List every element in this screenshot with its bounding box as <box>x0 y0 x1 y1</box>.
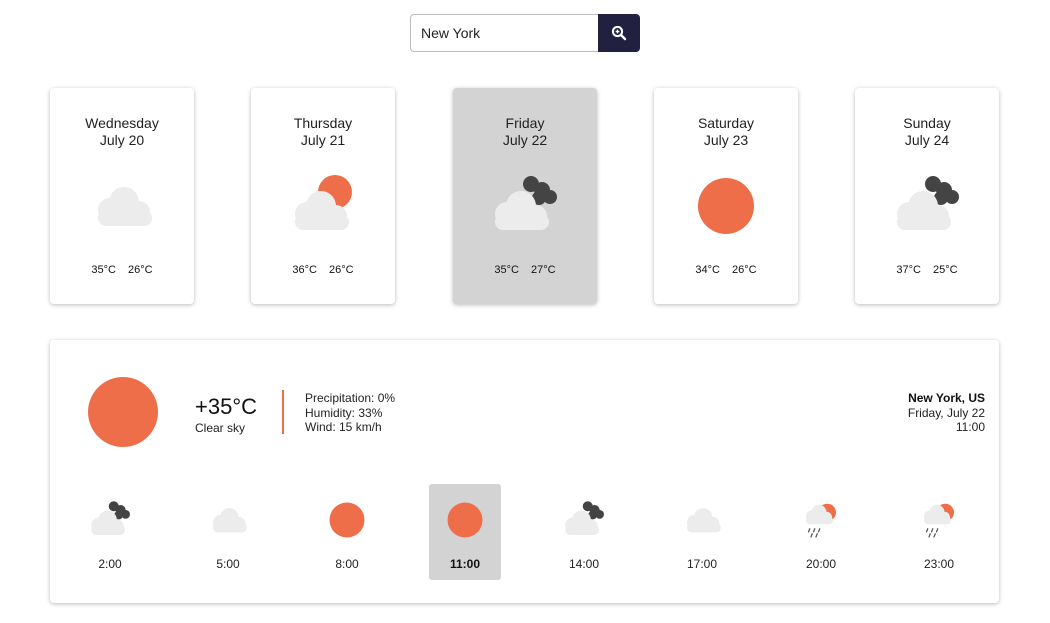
low-temp: 26°C <box>732 264 757 276</box>
day-card-sunday[interactable]: Sunday July 24 37°C 25°C <box>855 88 999 304</box>
cloud-icon <box>82 174 162 238</box>
mixed-clouds-icon <box>887 174 967 238</box>
search-bar <box>410 14 640 52</box>
low-temp: 26°C <box>329 264 354 276</box>
daily-forecast: Wednesday July 20 35°C 26°C Thursday July… <box>50 88 1000 304</box>
rain-sun-icon <box>914 500 964 540</box>
mixed-clouds-icon <box>85 500 135 540</box>
day-name: Friday <box>505 115 545 131</box>
precipitation: Precipitation: 0% <box>305 391 396 405</box>
sun-icon <box>322 500 372 540</box>
sun-icon <box>88 377 158 447</box>
high-temp: 37°C <box>896 264 921 276</box>
day-name: Saturday <box>697 115 755 131</box>
wind: Wind: 15 km/h <box>305 420 382 434</box>
mixed-clouds-icon <box>559 500 609 540</box>
sun-icon <box>686 174 766 238</box>
hour-time: 8:00 <box>335 557 359 571</box>
day-date: July 20 <box>99 132 145 148</box>
hour-item[interactable]: 23:00 <box>903 484 975 580</box>
hour-item[interactable]: 17:00 <box>666 484 738 580</box>
day-card-thursday[interactable]: Thursday July 21 36°C 26°C <box>251 88 395 304</box>
city-search-input[interactable] <box>410 14 598 52</box>
location-info: New York, US Friday, July 22 11:00 <box>908 391 985 435</box>
hour-time: 17:00 <box>686 557 718 571</box>
sun-icon <box>440 500 490 540</box>
high-temp: 36°C <box>292 264 317 276</box>
day-date: July 23 <box>703 132 749 148</box>
current-date: Friday, July 22 <box>907 405 985 420</box>
high-temp: 34°C <box>695 264 720 276</box>
humidity: Humidity: 33% <box>305 405 383 420</box>
location-name: New York, US <box>908 391 985 405</box>
day-card-saturday[interactable]: Saturday July 23 34°C 26°C <box>654 88 798 304</box>
mixed-clouds-icon <box>485 174 565 238</box>
day-date: July 22 <box>502 132 548 148</box>
hour-item[interactable]: 14:00 <box>548 484 620 580</box>
hour-item[interactable]: 11:00 <box>429 484 501 580</box>
day-name: Thursday <box>293 115 353 131</box>
high-temp: 35°C <box>494 264 519 276</box>
hour-item[interactable]: 8:00 <box>311 484 383 580</box>
hour-item[interactable]: 20:00 <box>785 484 857 580</box>
weather-details: Precipitation: 0% Humidity: 33% Wind: 15… <box>305 391 395 435</box>
zoom-search-icon <box>611 25 627 41</box>
current-condition: Clear sky <box>195 421 246 435</box>
low-temp: 26°C <box>128 264 153 276</box>
search-button[interactable] <box>598 14 640 52</box>
current-time: 11:00 <box>955 420 985 434</box>
hour-time: 23:00 <box>923 557 955 571</box>
day-card-wednesday[interactable]: Wednesday July 20 35°C 26°C <box>50 88 194 304</box>
current-temperature: +35°C <box>195 394 258 419</box>
cloud-icon <box>203 500 253 540</box>
day-date: July 24 <box>904 132 950 148</box>
hour-time: 11:00 <box>449 557 481 571</box>
low-temp: 25°C <box>933 264 958 276</box>
rain-sun-icon <box>796 500 846 540</box>
day-date: July 21 <box>300 132 346 148</box>
cloud-icon <box>677 500 727 540</box>
day-name: Sunday <box>903 115 951 131</box>
hour-item[interactable]: 2:00 <box>74 484 146 580</box>
day-card-friday[interactable]: Friday July 22 35°C 27°C <box>453 88 597 304</box>
hour-time: 2:00 <box>98 557 122 571</box>
low-temp: 27°C <box>531 264 556 276</box>
current-weather-panel: +35°C Clear sky Precipitation: 0% Humidi… <box>50 340 999 603</box>
hourly-forecast: 2:00 5:00 8:00 11:00 14:00 17:00 20:00 2… <box>50 484 999 580</box>
hour-item[interactable]: 5:00 <box>192 484 264 580</box>
high-temp: 35°C <box>91 264 116 276</box>
partly-sunny-icon <box>283 174 363 238</box>
divider <box>282 390 284 434</box>
hour-time: 14:00 <box>568 557 600 571</box>
hour-time: 20:00 <box>805 557 837 571</box>
day-name: Wednesday <box>85 115 159 131</box>
hour-time: 5:00 <box>216 557 240 571</box>
